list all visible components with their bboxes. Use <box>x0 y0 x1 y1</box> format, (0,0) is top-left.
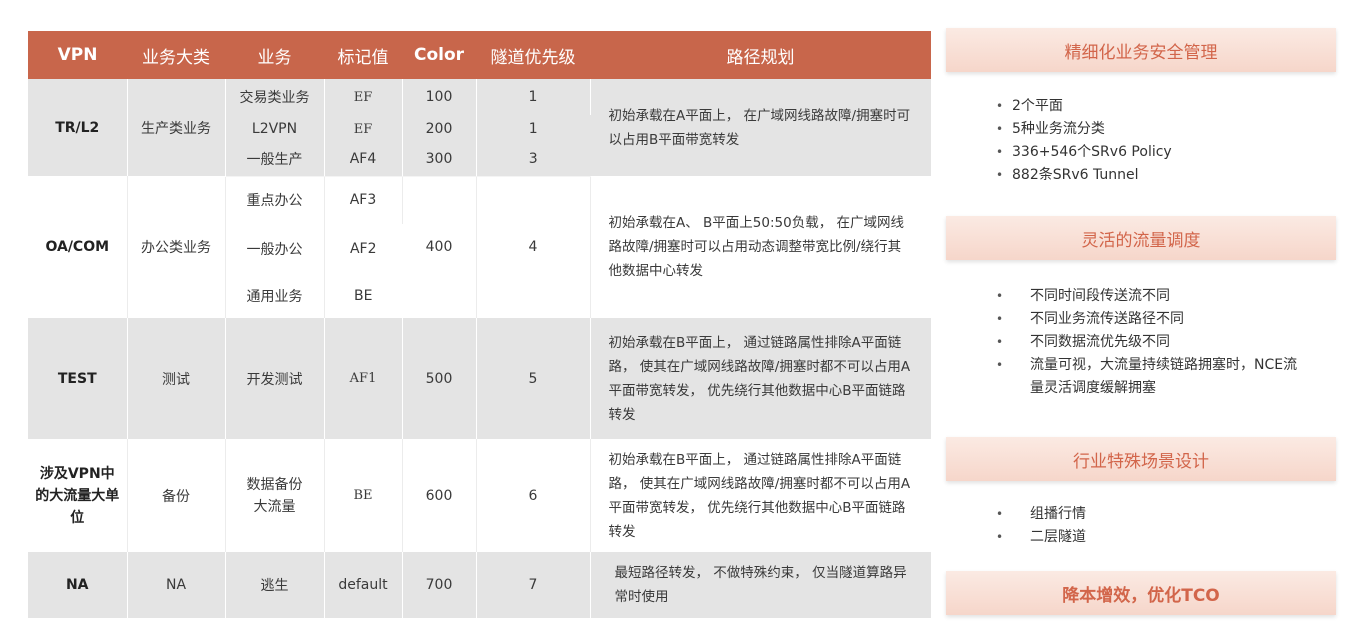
mark-cell: AF3 <box>324 176 403 224</box>
list-item: • 不同数据流优先级不同 <box>996 331 1300 354</box>
table-header-row: VPN 业务大类 业务 标记值 Color 隧道优先级 路径规划 <box>28 31 931 79</box>
table-row: 涉及VPN中的大流量大单位 备份 数据备份大流量 BE 600 6 初始承载在B… <box>28 439 931 552</box>
section-banner-fine-security: 精细化业务安全管理 <box>946 28 1336 72</box>
mark-cell: AF1 <box>324 318 403 439</box>
category-cell: 测试 <box>127 318 226 439</box>
list-item: • 882条SRv6 Tunnel <box>996 164 1172 187</box>
header-route: 路径规划 <box>590 31 931 79</box>
service-cell: 一般办公 <box>225 224 325 273</box>
vpn-cell: TEST <box>28 318 128 439</box>
service-cell: L2VPN <box>225 115 325 143</box>
bullet-icon: • <box>996 507 1004 521</box>
vpn-service-table: VPN 业务大类 业务 标记值 Color 隧道优先级 路径规划 TR/L2 生… <box>28 31 931 618</box>
mark-cell: EF <box>324 79 403 115</box>
header-color: Color <box>402 31 476 79</box>
mark-cell: default <box>324 552 403 618</box>
color-cell: 200 <box>402 115 477 143</box>
list-item: • 2个平面 <box>996 95 1172 118</box>
priority-cell: 3 <box>476 143 590 177</box>
priority-cell: 1 <box>476 115 590 143</box>
section-banner-special-scenarios: 行业特殊场景设计 <box>946 437 1336 481</box>
bullet-icon: • <box>996 530 1004 544</box>
header-vpn: VPN <box>28 31 127 79</box>
service-cell: 交易类业务 <box>225 79 325 115</box>
bullet-list: • 不同时间段传送流不同 • 不同业务流传送路径不同 • 不同数据流优先级不同 • 流量… <box>996 285 1300 400</box>
service-cell: 数据备份大流量 <box>225 439 325 552</box>
list-item: • 5种业务流分类 <box>996 118 1172 141</box>
table-row: TEST 测试 开发测试 AF1 500 5 初始承载在B平面上， 通过链路属性… <box>28 318 931 439</box>
color-cell: 100 <box>402 79 477 115</box>
section-banner-reduce-tco: 降本增效，优化TCO <box>946 571 1336 615</box>
route-cell: 最短路径转发， 不做特殊约束， 仅当隧道算路异常时使用 <box>590 552 931 618</box>
list-item: • 不同业务流传送路径不同 <box>996 308 1300 331</box>
mark-cell: BE <box>324 439 403 552</box>
mark-cell: BE <box>324 273 402 318</box>
header-category: 业务大类 <box>127 31 225 79</box>
vpn-cell: TR/L2 <box>28 79 128 176</box>
service-cell: 通用业务 <box>225 273 325 318</box>
priority-cell: 4 <box>476 176 591 318</box>
category-cell: 备份 <box>127 439 226 552</box>
bullet-icon: • <box>996 168 1004 182</box>
service-cell: 开发测试 <box>225 318 325 439</box>
bullet-icon: • <box>996 99 1004 113</box>
table-row: OA/COM 办公类业务 重点办公 AF3 400 4 初始承载在A、 B平面上… <box>28 176 931 318</box>
mark-cell: EF <box>324 115 403 143</box>
list-item: • 流量可视，大流量持续链路拥塞时，NCE流量灵活调度缓解拥塞 <box>996 354 1300 400</box>
service-cell: 一般生产 <box>225 143 325 177</box>
color-cell: 400 <box>402 176 477 318</box>
header-service: 业务 <box>225 31 324 79</box>
category-cell: 生产类业务 <box>127 79 226 176</box>
header-mark: 标记值 <box>324 31 402 79</box>
mark-cell: AF4 <box>324 143 403 177</box>
category-cell: 办公类业务 <box>127 176 226 318</box>
bullet-icon: • <box>996 312 1004 326</box>
color-cell: 600 <box>402 439 477 552</box>
category-cell: NA <box>127 552 226 618</box>
header-priority: 隧道优先级 <box>476 31 590 79</box>
vpn-cell: 涉及VPN中的大流量大单位 <box>28 439 128 552</box>
mark-cell: AF2 <box>324 224 402 273</box>
table-row: NA NA 逃生 default 700 7 最短路径转发， 不做特殊约束， 仅… <box>28 552 931 618</box>
list-item: • 336+546个SRv6 Policy <box>996 141 1172 164</box>
priority-cell: 6 <box>476 439 591 552</box>
priority-cell: 5 <box>476 318 591 439</box>
color-cell: 700 <box>402 552 477 618</box>
route-cell: 初始承载在A平面上， 在广域网线路故障/拥塞时可以占用B平面带宽转发 <box>590 79 931 176</box>
priority-cell: 7 <box>476 552 591 618</box>
table-row: TR/L2 生产类业务 交易类业务 EF 100 1 初始承载在A平面上， 在广… <box>28 79 931 176</box>
bullet-icon: • <box>996 145 1004 159</box>
bullet-list: • 2个平面 • 5种业务流分类 • 336+546个SRv6 Policy • 882… <box>996 95 1172 187</box>
list-item: • 不同时间段传送流不同 <box>996 285 1300 308</box>
bullet-list: • 组播行情 • 二层隧道 <box>996 503 1086 549</box>
bullet-icon: • <box>996 335 1004 349</box>
service-cell: 重点办公 <box>225 176 325 224</box>
bullet-icon: • <box>996 122 1004 136</box>
color-cell: 300 <box>402 143 477 177</box>
list-item: • 二层隧道 <box>996 526 1086 549</box>
priority-cell: 1 <box>476 79 591 115</box>
route-cell: 初始承载在B平面上， 通过链路属性排除A平面链路， 使其在广域网线路故障/拥塞时… <box>590 318 931 439</box>
bullet-icon: • <box>996 289 1004 303</box>
route-cell: 初始承载在B平面上， 通过链路属性排除A平面链路， 使其在广域网线路故障/拥塞时… <box>590 439 931 552</box>
vpn-cell: NA <box>28 552 128 618</box>
section-banner-flexible-scheduling: 灵活的流量调度 <box>946 216 1336 260</box>
route-cell: 初始承载在A、 B平面上50:50负载， 在广域网线路故障/拥塞时可以占用动态调… <box>590 176 931 318</box>
vpn-cell: OA/COM <box>28 176 128 318</box>
service-cell: 逃生 <box>225 552 325 618</box>
bullet-icon: • <box>996 358 1004 372</box>
color-cell: 500 <box>402 318 477 439</box>
list-item: • 组播行情 <box>996 503 1086 526</box>
